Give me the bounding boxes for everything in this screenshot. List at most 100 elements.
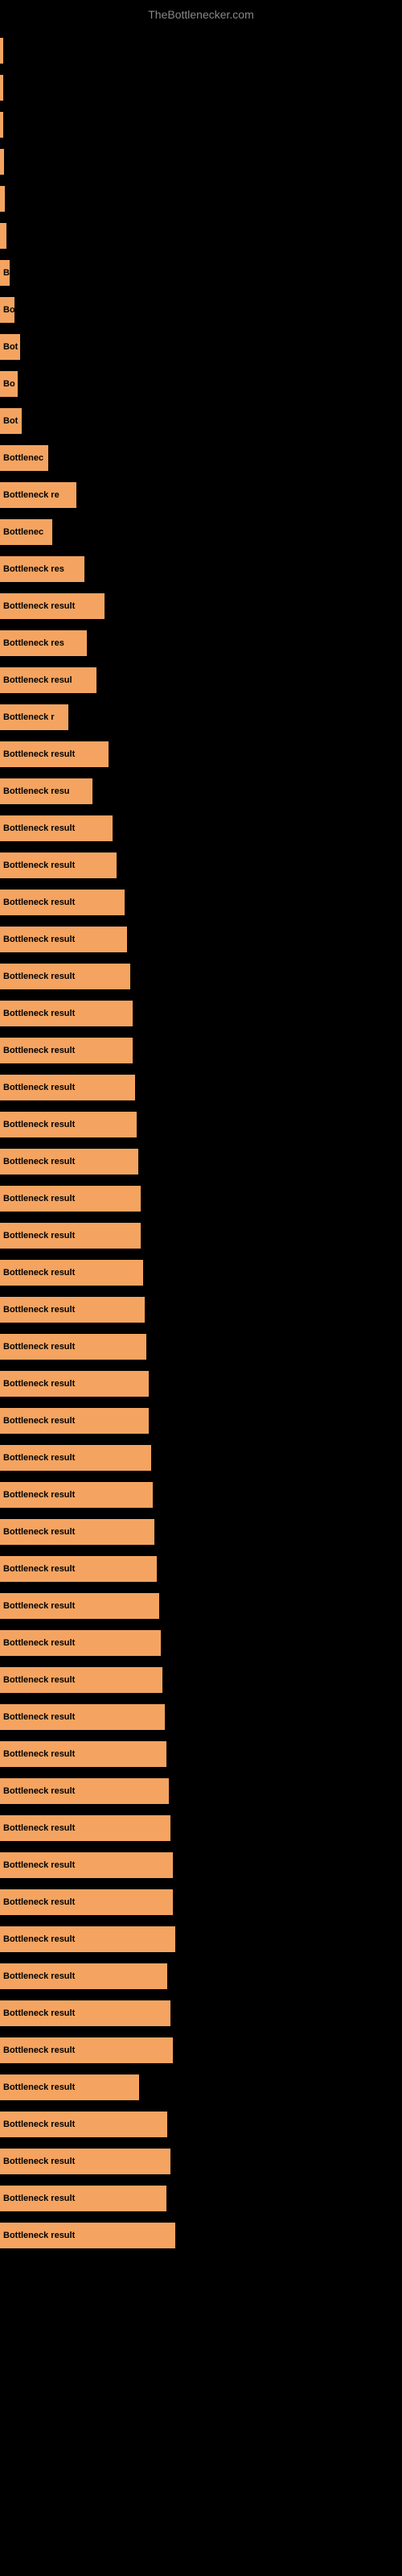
bar: Bottleneck result xyxy=(0,964,130,989)
bar-row: Bottleneck result xyxy=(0,848,402,883)
bar-label: Bottleneck result xyxy=(3,2083,75,2092)
bar-row: Bottleneck result xyxy=(0,1440,402,1476)
bar-row xyxy=(0,218,402,254)
bar-row: Bot xyxy=(0,329,402,365)
bar-label: Bottleneck result xyxy=(3,1749,75,1759)
bar-row: Bottleneck result xyxy=(0,2144,402,2179)
bar: Bottleneck result xyxy=(0,1260,143,1286)
bar-row: Bottleneck result xyxy=(0,959,402,994)
bar: Bottleneck result xyxy=(0,1334,146,1360)
bar-label: Bottleneck result xyxy=(3,1897,75,1907)
bar: Bottleneck result xyxy=(0,1889,173,1915)
bar-row: Bottleneck result xyxy=(0,1403,402,1439)
bar-label: Bottleneck result xyxy=(3,1675,75,1685)
bar-row: Bottleneck result xyxy=(0,2218,402,2253)
bar-label: Bottleneck result xyxy=(3,1416,75,1426)
bar-row: Bottleneck result xyxy=(0,1699,402,1735)
bar-label: Bottleneck result xyxy=(3,2120,75,2129)
bar: Bottleneck result xyxy=(0,2223,175,2248)
bar-row: Bottleneck result xyxy=(0,922,402,957)
bar: Bottleneck result xyxy=(0,1963,167,1989)
bar: Bottleneck resu xyxy=(0,778,92,804)
bar: Bottleneck result xyxy=(0,593,105,619)
bar-row: Bottleneck result xyxy=(0,588,402,624)
bar-row: Bottleneck res xyxy=(0,551,402,587)
bar-row: Bottleneck result xyxy=(0,811,402,846)
bar-label: Bottleneck resu xyxy=(3,786,70,796)
bar-row xyxy=(0,107,402,142)
bar: Bottleneck result xyxy=(0,2186,166,2211)
bar-row: Bottleneck result xyxy=(0,1736,402,1772)
bar-label: Bottleneck result xyxy=(3,1527,75,1537)
bar-row: Bottleneck result xyxy=(0,1477,402,1513)
bar-label: Bottleneck result xyxy=(3,1453,75,1463)
bar xyxy=(0,75,3,101)
bar: Bottleneck result xyxy=(0,1704,165,1730)
bar-label: Bottleneck result xyxy=(3,1046,75,1055)
bar-row: Bottlenec xyxy=(0,514,402,550)
bar-row: Bottleneck result xyxy=(0,1885,402,1920)
bar: Bottleneck result xyxy=(0,1297,145,1323)
bar: Bottleneck result xyxy=(0,1815,170,1841)
bar-row: Bottleneck resul xyxy=(0,663,402,698)
bar-label: Bottleneck result xyxy=(3,1823,75,1833)
bar-label: Bottleneck result xyxy=(3,2046,75,2055)
bar: Bo xyxy=(0,297,14,323)
bar: Bottleneck result xyxy=(0,1112,137,1137)
bar-label: Bottleneck resul xyxy=(3,675,72,685)
bar-label: Bottlenec xyxy=(3,527,43,537)
bar-row: Bottleneck result xyxy=(0,996,402,1031)
bar-row: Bottleneck result xyxy=(0,1588,402,1624)
bar-label: Bottleneck result xyxy=(3,935,75,944)
bar: Bottleneck result xyxy=(0,1741,166,1767)
bar: Bottleneck result xyxy=(0,815,113,841)
bar-label: Bottleneck result xyxy=(3,1934,75,1944)
bar-label: Bottleneck result xyxy=(3,824,75,833)
bar: Bottleneck result xyxy=(0,1556,157,1582)
bar-row xyxy=(0,33,402,68)
bar: Bottlenec xyxy=(0,445,48,471)
bar: Bot xyxy=(0,334,20,360)
bar: Bottleneck res xyxy=(0,630,87,656)
bar-row: Bottleneck result xyxy=(0,737,402,772)
bar-label: Bottleneck result xyxy=(3,1379,75,1389)
bar: Bot xyxy=(0,408,22,434)
bar: Bottleneck result xyxy=(0,2000,170,2026)
bar-row xyxy=(0,144,402,180)
bar-row: Bottleneck result xyxy=(0,2070,402,2105)
bar: Bottleneck result xyxy=(0,1001,133,1026)
bar-row: Bottleneck res xyxy=(0,625,402,661)
bar xyxy=(0,38,3,64)
bar-label: Bottleneck result xyxy=(3,2157,75,2166)
bar-row: B xyxy=(0,255,402,291)
bar: Bottleneck result xyxy=(0,890,125,915)
bar: Bottleneck result xyxy=(0,1038,133,1063)
bar-label: Bo xyxy=(3,379,15,389)
bar-label: Bottleneck result xyxy=(3,1157,75,1166)
bar-label: Bot xyxy=(3,342,18,352)
bar: Bo xyxy=(0,371,18,397)
bar: Bottleneck re xyxy=(0,482,76,508)
bar-row: Bottleneck result xyxy=(0,1144,402,1179)
bar-label: Bottleneck re xyxy=(3,490,59,500)
bar-row: Bottleneck resu xyxy=(0,774,402,809)
bar-row: Bottleneck result xyxy=(0,1107,402,1142)
bar-row: Bottleneck result xyxy=(0,1810,402,1846)
bar-label: Bottleneck result xyxy=(3,1342,75,1352)
bar-label: Bottleneck result xyxy=(3,1083,75,1092)
bar: B xyxy=(0,260,10,286)
bar-label: Bottleneck result xyxy=(3,898,75,907)
bar xyxy=(0,223,6,249)
bar: Bottlenec xyxy=(0,519,52,545)
bar-row: Bottleneck result xyxy=(0,1922,402,1957)
bar: Bottleneck result xyxy=(0,1149,138,1174)
bar-label: Bottleneck res xyxy=(3,638,64,648)
bar: Bottleneck r xyxy=(0,704,68,730)
bar: Bottleneck result xyxy=(0,741,109,767)
bar-row: Bottleneck result xyxy=(0,1996,402,2031)
bar: Bottleneck result xyxy=(0,927,127,952)
bar: Bottleneck result xyxy=(0,1223,141,1249)
bar-row: Bot xyxy=(0,403,402,439)
bar: Bottleneck result xyxy=(0,1630,161,1656)
bar-label: Bottleneck result xyxy=(3,1194,75,1203)
